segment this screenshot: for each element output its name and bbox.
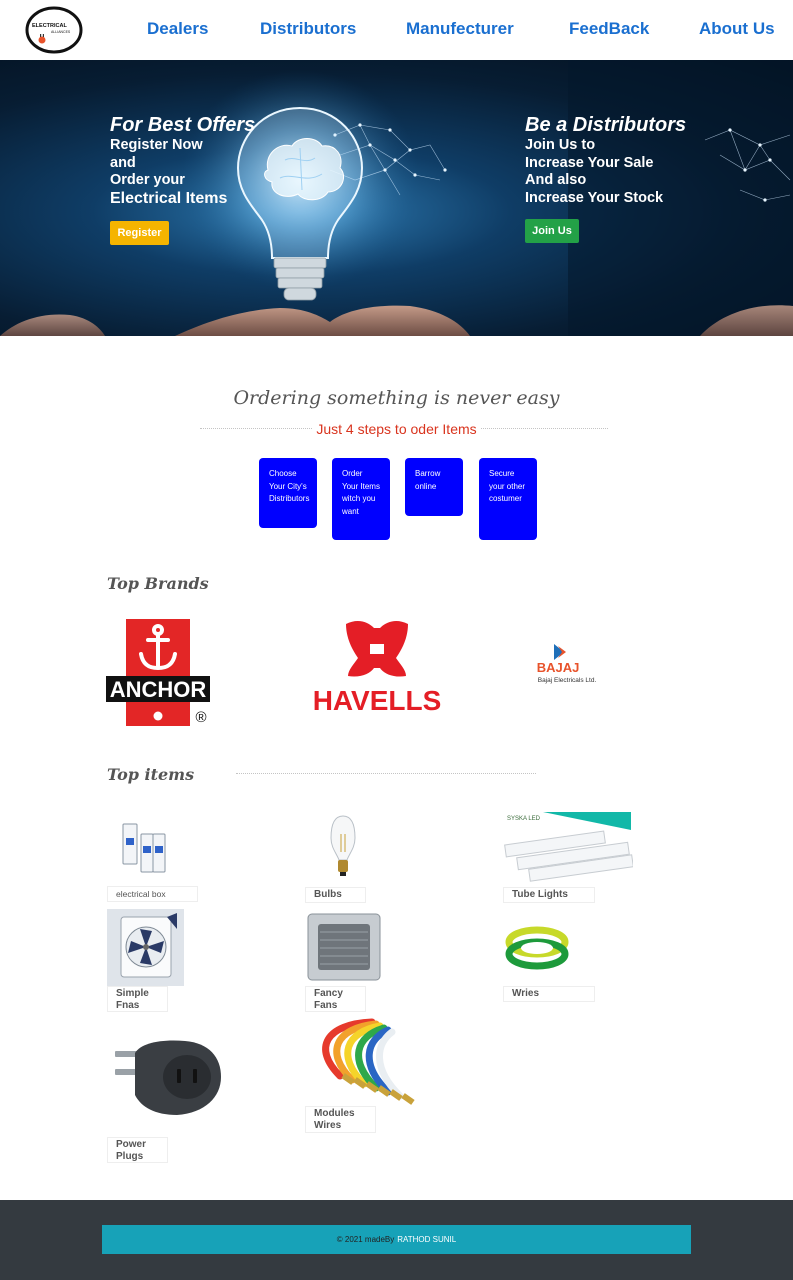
havells-logo[interactable]: HAVELLS xyxy=(304,618,450,714)
item-simple-fans-label: Simple Fnas xyxy=(107,986,168,1012)
hero-left-line-1: Register Now xyxy=(110,137,203,153)
svg-text:ANCHOR: ANCHOR xyxy=(110,677,207,702)
anchor-logo[interactable]: ANCHOR ® xyxy=(105,618,215,728)
tube-light-icon[interactable]: SYSKA LED xyxy=(503,810,633,885)
item-tube-lights-label: Tube Lights xyxy=(503,887,595,903)
wire-coil-icon[interactable] xyxy=(505,918,575,978)
site-footer: © 2021 madeBy RATHOD SUNIL xyxy=(0,1200,793,1280)
wires-icon[interactable] xyxy=(306,1018,432,1108)
svg-text:®: ® xyxy=(195,709,206,726)
step-order-items[interactable]: Order Your Items witch you want xyxy=(332,458,390,540)
svg-text:HAVELLS: HAVELLS xyxy=(313,685,442,714)
hero-left-text: For Best Offers Register Now and Order y… xyxy=(110,113,330,207)
nav-manufecturer[interactable]: Manufecturer xyxy=(406,19,514,39)
step-secure-costumer[interactable]: Secure your other costumer xyxy=(479,458,537,540)
nav-about-us[interactable]: About Us xyxy=(699,19,775,39)
item-bulbs-label: Bulbs xyxy=(305,887,366,903)
item-modules-wires-label: Modules Wires xyxy=(305,1106,376,1133)
fan-icon[interactable] xyxy=(107,909,184,986)
nav-feedback[interactable]: FeedBack xyxy=(569,19,649,39)
svg-text:Bajaj Electricals Ltd.: Bajaj Electricals Ltd. xyxy=(538,677,597,684)
hero-right-title: Be a Distributors xyxy=(525,114,687,136)
footer-author: RATHOD SUNIL xyxy=(397,1235,457,1244)
top-items-title: Top items xyxy=(107,765,195,784)
item-power-plugs-label: Power Plugs xyxy=(107,1137,168,1163)
item-fancy-fans-label: Fancy Fans xyxy=(305,986,366,1012)
svg-text:BAJAJ: BAJAJ xyxy=(537,660,580,675)
plug-adapter-icon[interactable] xyxy=(105,1035,225,1119)
hero-left-line-2: and xyxy=(110,154,136,171)
circuit-breaker-icon[interactable] xyxy=(115,818,175,878)
hero-left-line-3: Order your xyxy=(110,172,185,188)
item-wires-label: Wries xyxy=(503,986,595,1002)
svg-text:SYSKA LED: SYSKA LED xyxy=(507,816,541,822)
bajaj-logo[interactable]: BAJAJ Bajaj Electricals Ltd. xyxy=(528,640,608,686)
item-electrical-box-label: electrical box xyxy=(107,886,198,902)
site-header: ELECTRICAL ALLIANCES Dealers Distributor… xyxy=(0,0,793,60)
join-us-button[interactable]: Join Us xyxy=(525,219,579,243)
hero-right-line-3: And also xyxy=(525,172,587,188)
top-items-divider xyxy=(236,773,536,774)
hero-right-line-2: Increase Your Sale xyxy=(525,154,654,171)
nav-distributors[interactable]: Distributors xyxy=(260,19,356,39)
step-choose-distributor[interactable]: Choose Your City's Distributors xyxy=(259,458,317,528)
hero-banner: For Best Offers Register Now and Order y… xyxy=(0,60,793,336)
hero-right-line-1: Join Us to xyxy=(525,137,596,153)
step-barrow-online[interactable]: Barrow online xyxy=(405,458,463,516)
top-brands-title: Top Brands xyxy=(107,574,209,593)
footer-credit-bar: © 2021 madeBy RATHOD SUNIL xyxy=(102,1225,691,1254)
hero-left-highlight: Electrical Items xyxy=(110,189,228,207)
bulb-icon[interactable] xyxy=(323,814,363,878)
steps-title: Ordering something is never easy xyxy=(233,387,560,409)
svg-text:ELECTRICAL: ELECTRICAL xyxy=(32,23,67,29)
exhaust-fan-icon[interactable] xyxy=(306,912,382,982)
steps-subtitle: Just 4 steps to oder Items xyxy=(0,421,793,437)
nav-dealers[interactable]: Dealers xyxy=(147,19,208,39)
hero-right-text: Be a Distributors Join Us to Increase Yo… xyxy=(525,113,745,207)
electrical-alliances-logo[interactable]: ELECTRICAL ALLIANCES xyxy=(25,5,85,55)
footer-copyright: © 2021 madeBy xyxy=(336,1235,395,1244)
hero-left-title: For Best Offers xyxy=(110,114,256,136)
hero-right-line-4: Increase Your Stock xyxy=(525,189,664,206)
svg-text:ALLIANCES: ALLIANCES xyxy=(51,30,71,34)
register-button[interactable]: Register xyxy=(110,221,169,245)
